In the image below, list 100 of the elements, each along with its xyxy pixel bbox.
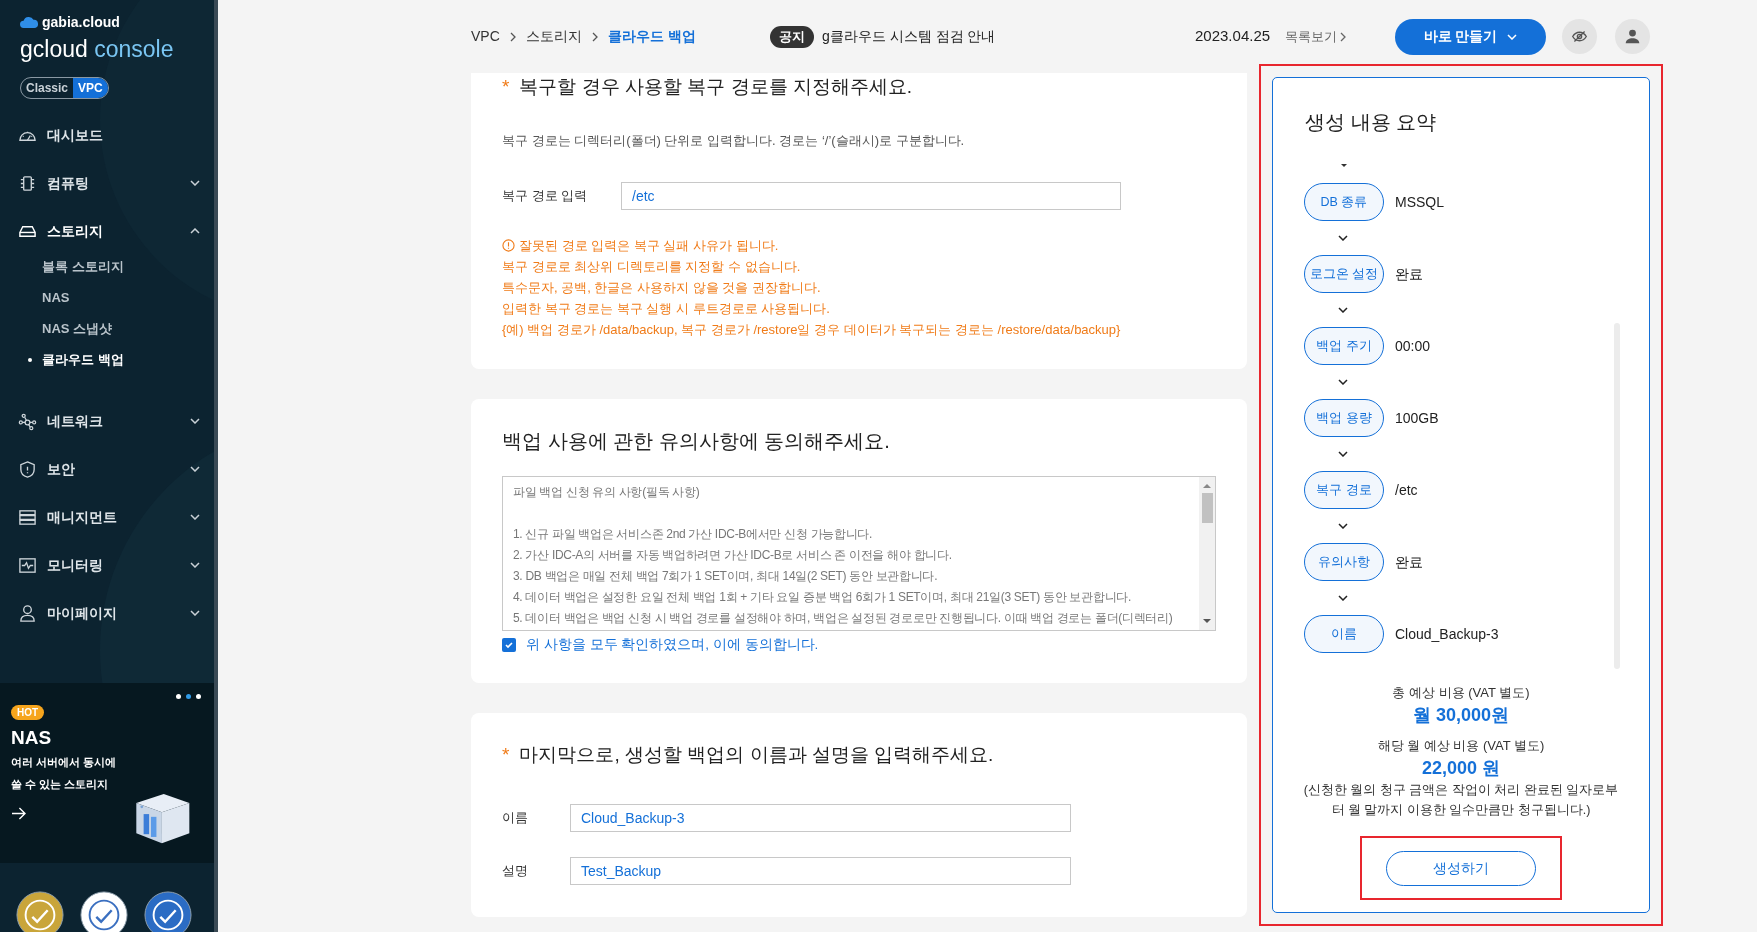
pulse-monitor-icon xyxy=(18,555,37,575)
breadcrumb-separator-icon xyxy=(591,31,598,42)
nav-group[interactable]: 네트워크 xyxy=(0,397,218,445)
environment-option[interactable]: VPC xyxy=(73,78,108,98)
promo-description: 여러 서버에서 동시에 쓸 수 있는 스토리지 xyxy=(11,755,118,792)
sidebar-scrollbar[interactable] xyxy=(214,0,218,932)
sub-nav-item[interactable]: NAS xyxy=(0,282,218,313)
warning-text: 특수문자, 공백, 한글은 사용하지 않을 것을 권장합니다. xyxy=(502,278,821,297)
terms-line: 3. DB 백업은 매일 전체 백업 7회가 1 SET이며, 최대 14일(2 SET) 동안 보관합니다. xyxy=(513,568,939,585)
warning-text: 복구 경로로 최상위 디렉토리를 지정할 수 없습니다. xyxy=(502,257,801,276)
arrow-right-icon[interactable] xyxy=(11,807,26,820)
section-title: 백업 사용에 관한 유의사항에 동의해주세요. xyxy=(502,429,891,454)
step-value: MSSQL xyxy=(1395,192,1444,212)
step-value: Cloud_Backup-3 xyxy=(1395,624,1499,644)
warning-icon xyxy=(502,239,515,252)
nav-item[interactable]: 대시보드 xyxy=(0,111,218,159)
breadcrumb-item[interactable]: 클라우드 백업 xyxy=(607,26,696,47)
nav-group[interactable]: 컴퓨팅 xyxy=(0,159,218,207)
user-icon xyxy=(18,603,37,623)
notice-date: 2023.04.25 xyxy=(1195,26,1271,47)
step-value: 00:00 xyxy=(1395,336,1431,356)
chevron-down-icon xyxy=(1338,235,1348,241)
terms-line: 2. 가산 IDC-A의 서버를 자동 백업하려면 가산 IDC-B로 서비스 존 이전을 해야 합니다. xyxy=(513,547,953,564)
brand-name: gabia.cloud xyxy=(42,13,120,32)
icon-button[interactable] xyxy=(1562,19,1597,54)
small-arrow-icon xyxy=(1341,164,1347,167)
eye-slash-icon xyxy=(1571,28,1588,45)
step-pill: 이름 xyxy=(1304,615,1384,653)
field-label: 이름 xyxy=(502,809,529,828)
profile-button[interactable] xyxy=(1615,19,1650,54)
terms-line: 1. 신규 파일 백업은 서비스존 2nd 가산 IDC-B에서만 신청 가능합니다. xyxy=(513,526,874,543)
cloud-icon xyxy=(20,16,38,29)
nav-group[interactable]: 모니터링 xyxy=(0,541,218,589)
caret-down-icon xyxy=(1507,33,1518,40)
required-mark: * xyxy=(502,74,510,99)
field-label: 설명 xyxy=(502,862,529,881)
consent-checkbox[interactable] xyxy=(502,638,516,652)
cost-value: 22,000 원 xyxy=(1421,757,1501,780)
warning-text: 잘못된 경로 입력은 복구 실패 사유가 됩니다. xyxy=(519,236,779,255)
chip-icon xyxy=(18,173,37,193)
step-value: 완료 xyxy=(1395,552,1423,572)
scroll-up-icon xyxy=(1203,483,1211,488)
step-pill: 백업 주기 xyxy=(1304,327,1384,365)
list-link[interactable]: 목록보기 xyxy=(1285,26,1347,47)
cost-label: 총 예상 비용 (VAT 별도) xyxy=(1392,684,1530,702)
cost-value: 월 30,000원 xyxy=(1412,704,1510,727)
terms-text-area[interactable] xyxy=(502,476,1216,631)
chevron-right-icon xyxy=(1340,31,1347,42)
terms-line: 파일 백업 신청 유의 사항(필독 사항) xyxy=(513,484,701,501)
warning-text: 입력한 복구 경로는 복구 실행 시 루트경로로 사용됩니다. xyxy=(502,299,830,318)
field-label: 복구 경로 입력 xyxy=(502,187,589,206)
terms-line: 4. 데이터 백업은 설정한 요일 전체 백업 1회 + 기타 요일 증분 백업 6회가 1 SET이며, 최대 21일(3 SET) 동안 보관합니다. xyxy=(513,589,1132,606)
chevron-down-icon xyxy=(1338,523,1348,529)
path-input-field[interactable]: /etc xyxy=(621,182,1121,210)
section-description: 복구 경로는 디렉터리(폴더) 단위로 입력합니다. 경로는 ‘/’(슬래시)로 구분합니다. xyxy=(502,132,966,150)
step-pill: 복구 경로 xyxy=(1304,471,1384,509)
text-area-scrollbar[interactable] xyxy=(1199,477,1215,630)
nav-group[interactable]: 매니지먼트 xyxy=(0,493,218,541)
step-pill: 백업 용량 xyxy=(1304,399,1384,437)
chevron-down-icon xyxy=(1338,595,1348,601)
cost-label: 해당 월 예상 비용 (VAT 별도) xyxy=(1377,737,1545,755)
chevron-down-icon xyxy=(1338,379,1348,385)
create-button[interactable]: 바로 만들기 xyxy=(1395,18,1546,55)
certification-badge-icon xyxy=(16,891,64,932)
text-input-field[interactable]: Test_Backup xyxy=(570,857,1071,885)
scroll-down-icon xyxy=(1203,619,1211,624)
summary-title: 생성 내용 요약 xyxy=(1304,110,1438,135)
sub-nav-item[interactable]: 클라우드 백업 xyxy=(0,344,218,375)
promo-banner[interactable]: HOT NAS 여러 서버에서 동시에 쓸 수 있는 스토리지 xyxy=(0,683,214,863)
environment-option[interactable]: Classic xyxy=(21,78,74,98)
chevron-down-icon xyxy=(1338,307,1348,313)
chevron-down-icon xyxy=(1338,451,1348,457)
breadcrumb-item[interactable]: VPC xyxy=(471,26,500,47)
step-pill: 유의사항 xyxy=(1304,543,1384,581)
shield-icon xyxy=(18,459,37,479)
step-value: 완료 xyxy=(1395,264,1423,284)
step-pill: DB 종류 xyxy=(1304,183,1384,221)
create-submit-button[interactable]: 생성하기 xyxy=(1386,850,1536,886)
user-icon xyxy=(1624,28,1641,45)
promo-title: NAS xyxy=(11,726,53,750)
hot-tag: HOT xyxy=(11,705,45,720)
breadcrumb-separator-icon xyxy=(509,31,516,42)
billing-note: (신청한 월의 청구 금액은 작업이 처리 완료된 일자로부터 월 말까지 이용한 일수만큼만 청구됩니다.) xyxy=(1302,782,1620,819)
required-mark: * xyxy=(502,742,510,767)
terms-line: 5. 데이터 백업은 백업 신청 시 백업 경로를 설정해야 하며, 백업은 설정된 경로로만 진행됩니다. 이때 백업 경로는 폴더(디렉터리) xyxy=(513,610,1174,627)
step-pill: 로그온 설정 xyxy=(1304,255,1384,293)
nav-group[interactable]: 마이페이지 xyxy=(0,589,218,637)
scroll-thumb[interactable] xyxy=(1201,493,1213,523)
sub-nav-item[interactable]: NAS 스냅샷 xyxy=(0,313,218,344)
breadcrumb-item[interactable]: 스토리지 xyxy=(525,26,582,47)
section-title: 마지막으로, 생성할 백업의 이름과 설명을 입력해주세요. xyxy=(519,742,994,767)
product-name: gcloud console xyxy=(20,35,175,63)
nav-group[interactable]: 보안 xyxy=(0,445,218,493)
step-value: /etc xyxy=(1395,480,1418,500)
section-title: 복구할 경우 사용할 복구 경로를 지정해주세요. xyxy=(519,74,913,99)
consent-label: 위 사항을 모두 확인하였으며, 이에 동의합니다. xyxy=(526,635,819,654)
certification-badge-icon xyxy=(144,891,192,932)
notice-link[interactable]: g클라우드 시스템 점검 안내 xyxy=(822,26,996,47)
text-input-field[interactable]: Cloud_Backup-3 xyxy=(570,804,1071,832)
check-icon xyxy=(504,640,514,650)
